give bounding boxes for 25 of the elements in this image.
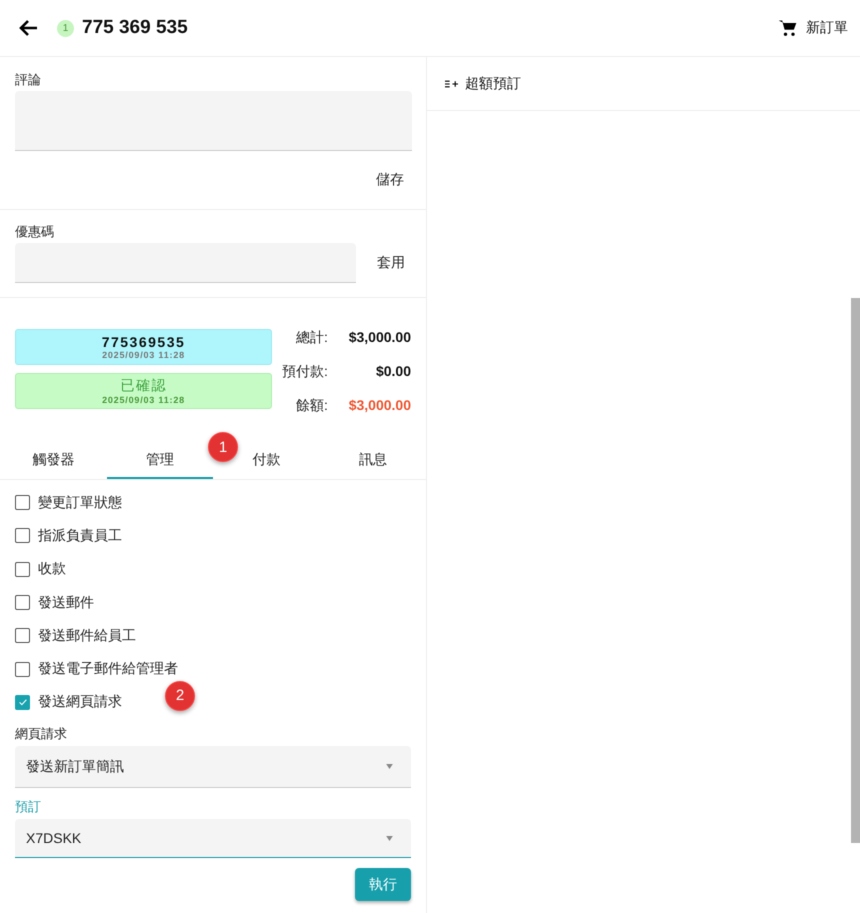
field-label: 預訂 — [15, 798, 42, 816]
annotation-marker: 2 — [165, 680, 195, 711]
checkbox-label: 收款 — [38, 560, 66, 578]
total-value: $0.00 — [374, 363, 411, 381]
card-title: 已確認 — [120, 377, 167, 395]
checkbox-label: 發送郵件 — [38, 594, 94, 612]
card-time: 2025/09/03 11:28 — [102, 395, 185, 405]
card-time: 2025/09/03 11:28 — [102, 350, 185, 360]
checkbox-label: 發送網頁請求 — [38, 693, 122, 712]
field-label: 網頁請求 — [15, 725, 68, 744]
total-label: 預付款: — [282, 363, 328, 381]
field-label: 評論 — [15, 71, 42, 89]
total-value: $3,000.00 — [348, 329, 411, 347]
card-title: 775369535 — [102, 334, 186, 350]
order-number-title: 775 369 535 — [82, 17, 188, 39]
checkbox-label: 變更訂單狀態 — [38, 494, 122, 512]
checkbox-label: 指派負責員工 — [38, 526, 122, 545]
field-label: 優惠碼 — [15, 223, 55, 241]
total-value: $3,000.00 — [348, 397, 411, 415]
checkbox-label: 發送電子郵件給管理者 — [38, 660, 178, 678]
count-badge: 1 — [57, 20, 74, 36]
annotation-tooltip: 1 — [208, 432, 238, 462]
total-label: 總計: — [295, 329, 328, 347]
checkbox-label: 發送郵件給員工 — [38, 626, 136, 645]
total-label: 餘額: — [295, 397, 328, 415]
